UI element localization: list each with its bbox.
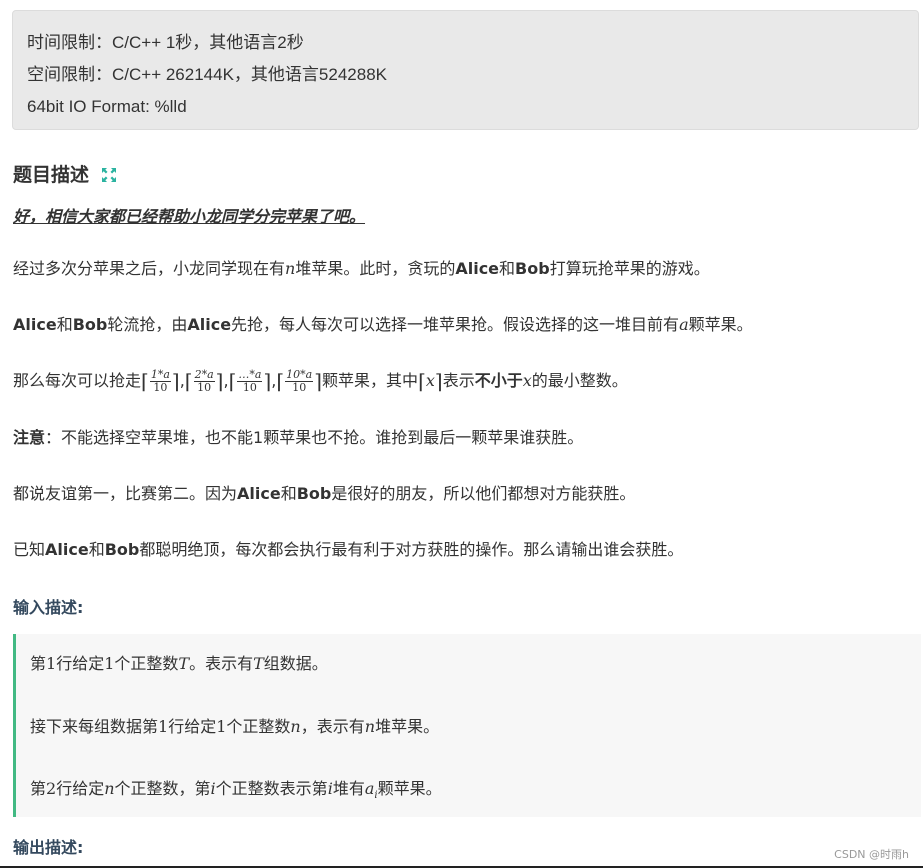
output-title: 输出描述: — [13, 838, 84, 857]
paragraph-1: 经过多次分苹果之后，小龙同学现在有n堆苹果。此时，贪玩的Alice和Bob打算玩… — [13, 259, 710, 278]
fraction: 1*a 10 — [149, 368, 171, 394]
time-limit: 时间限制：C/C++ 1秒，其他语言2秒 — [27, 33, 304, 52]
fraction: 2*a 10 — [193, 368, 215, 394]
io-format: 64bit IO Format: %lld — [27, 97, 187, 116]
expand-icon[interactable] — [101, 166, 117, 188]
paragraph-3: 那么每次可以抢走⌈ 1*a 10 ⌉,⌈ 2*a 10 ⌉,⌈ …*a 10 ⌉,⌈ 10*a 10 ⌉… — [13, 368, 628, 394]
paragraph-4: 注意：不能选择空苹果堆，也不能1颗苹果也不抢。谁抢到最后一颗苹果谁获胜。 — [13, 428, 584, 447]
intro-text: 好，相信大家都已经帮助小龙同学分完苹果了吧。 — [13, 207, 366, 226]
input-line-2: 接下来每组数据第1行给定1个正整数n，表示有n堆苹果。 — [30, 717, 440, 736]
fraction: 10*a 10 — [285, 368, 314, 394]
csdn-watermark: CSDN @时雨h — [834, 848, 909, 861]
input-line-1: 第1行给定1个正整数T。表示有T组数据。 — [30, 654, 328, 673]
limits-panel: 时间限制：C/C++ 1秒，其他语言2秒 空间限制：C/C++ 262144K，… — [12, 10, 919, 130]
memory-limit: 空间限制：C/C++ 262144K，其他语言524288K — [27, 65, 387, 84]
input-title: 输入描述: — [13, 598, 84, 617]
input-description-box: 第1行给定1个正整数T。表示有T组数据。 接下来每组数据第1行给定1个正整数n，… — [13, 634, 921, 817]
input-line-3: 第2行给定n个正整数，第i个正整数表示第i堆有ai颗苹果。 — [30, 779, 442, 802]
paragraph-6: 已知Alice和Bob都聪明绝顶，每次都会执行最有利于对方获胜的操作。那么请输出… — [13, 540, 684, 559]
paragraph-2: Alice和Bob轮流抢，由Alice先抢，每人每次可以选择一堆苹果抢。假设选择… — [13, 315, 753, 334]
fraction: …*a 10 — [237, 368, 263, 394]
description-heading: 题目描述 — [13, 160, 117, 188]
description-title: 题目描述 — [13, 164, 90, 186]
paragraph-5: 都说友谊第一，比赛第二。因为Alice和Bob是很好的朋友，所以他们都想对方能获… — [13, 484, 636, 503]
